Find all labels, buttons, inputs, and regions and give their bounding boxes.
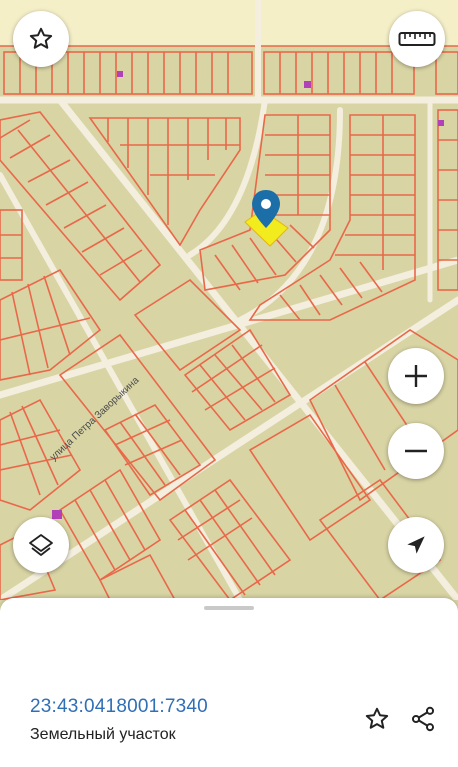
ruler-button[interactable] (389, 11, 445, 67)
minus-icon (405, 449, 427, 453)
star-icon (29, 27, 53, 49)
sheet-drag-handle[interactable] (204, 606, 254, 610)
share-button[interactable] (408, 704, 438, 734)
object-type-label: Земельный участок (30, 726, 176, 743)
ruler-icon (398, 32, 436, 46)
favorite-button[interactable] (13, 11, 69, 67)
add-favorite-button[interactable] (362, 704, 392, 734)
cadastral-number[interactable]: 23:43:0418001:7340 (30, 696, 208, 718)
cadastral-map[interactable] (0, 0, 458, 600)
plus-icon (405, 365, 427, 387)
layers-button[interactable] (13, 517, 69, 573)
share-icon (411, 706, 435, 732)
layers-icon (29, 534, 53, 556)
parcel-info-sheet[interactable]: 23:43:0418001:7340 Земельный участок (0, 598, 458, 767)
navigation-arrow-icon (407, 536, 425, 554)
zoom-out-button[interactable] (388, 423, 444, 479)
star-outline-icon (365, 707, 389, 729)
zoom-in-button[interactable] (388, 348, 444, 404)
locate-me-button[interactable] (388, 517, 444, 573)
